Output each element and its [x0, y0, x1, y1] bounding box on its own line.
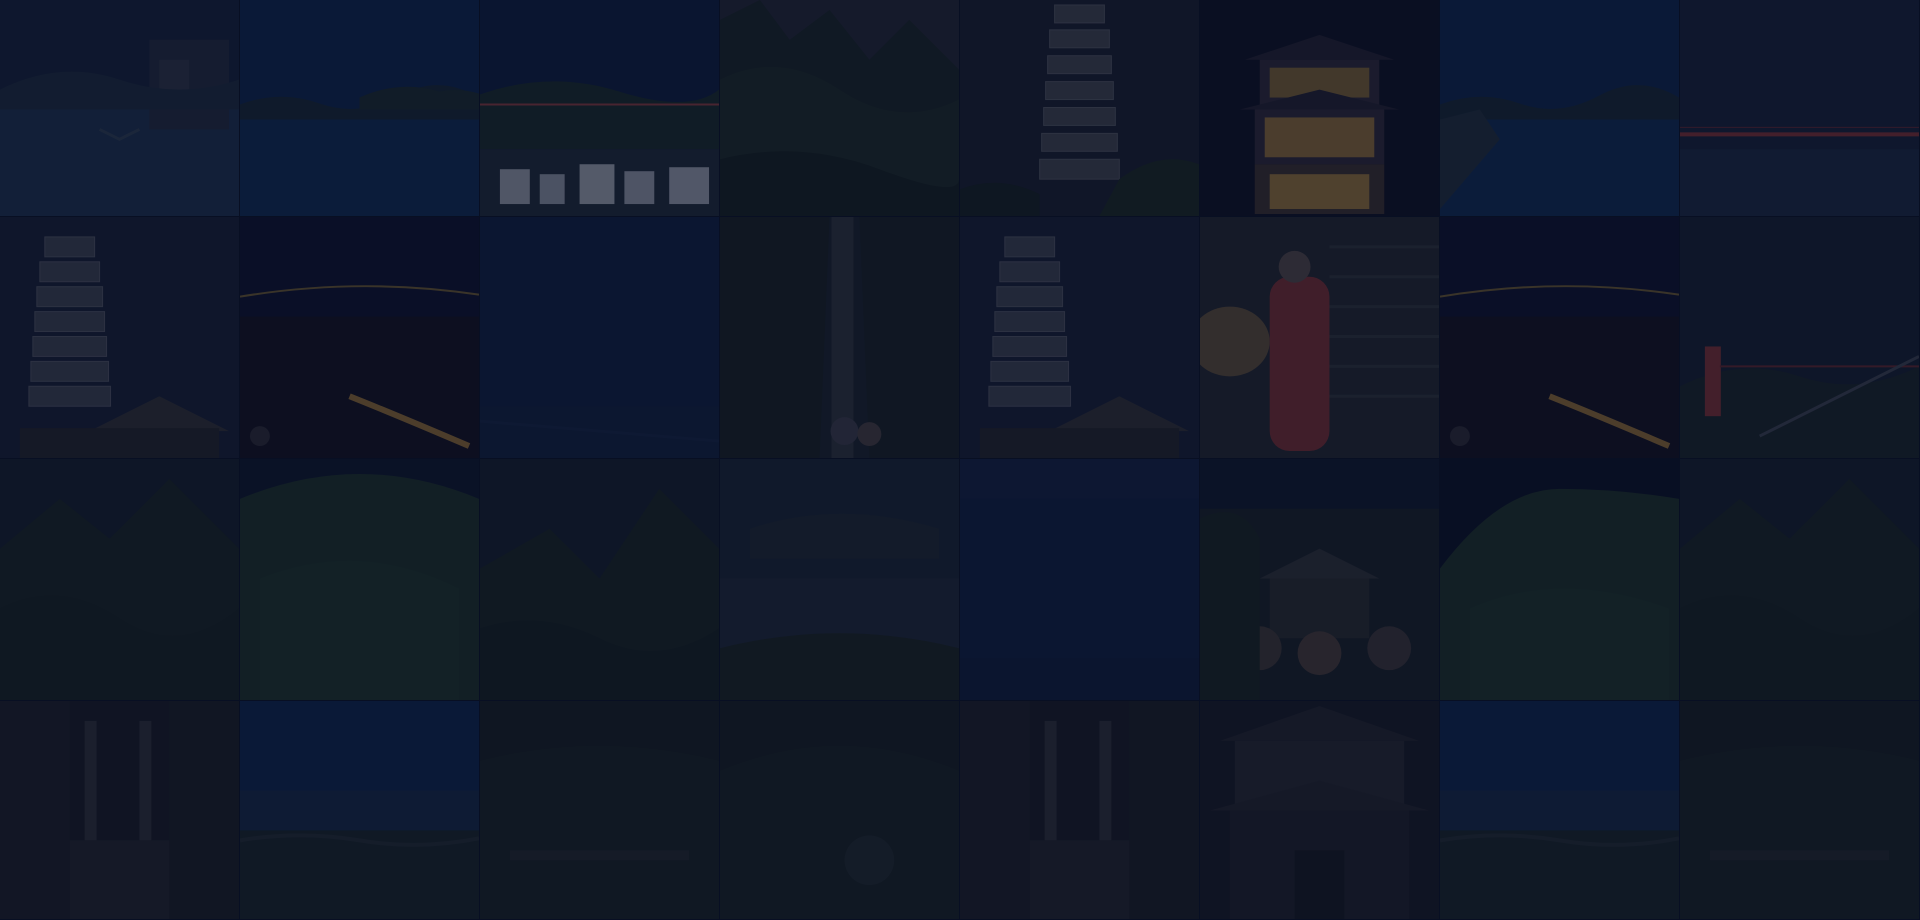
photo-tile[interactable] — [240, 459, 480, 701]
pagoda-photo — [960, 0, 1199, 216]
photo-tile[interactable] — [0, 459, 240, 701]
old-street-photo — [960, 701, 1199, 919]
photo-tile[interactable] — [960, 459, 1200, 701]
bridge-photo — [1680, 0, 1919, 216]
photo-tile[interactable] — [1680, 217, 1920, 459]
riverside-village-photo — [480, 0, 719, 216]
misty-lake-photo — [720, 459, 959, 700]
photo-tile[interactable] — [1440, 701, 1680, 920]
lit-pavilion-night-photo — [1200, 0, 1439, 216]
misty-mountain-photo — [720, 0, 959, 216]
night-valley-photo — [1440, 217, 1679, 458]
photo-tile[interactable] — [240, 701, 480, 920]
pagoda-photo — [960, 217, 1199, 458]
photo-tile[interactable] — [480, 701, 720, 920]
coastline-photo — [240, 701, 479, 919]
photo-tile[interactable] — [720, 0, 960, 217]
lake-village-photo — [0, 0, 239, 216]
photo-tile[interactable] — [1200, 701, 1440, 920]
coastline-photo — [1440, 701, 1679, 919]
photo-tile[interactable] — [1440, 0, 1680, 217]
photo-tile[interactable] — [0, 701, 240, 920]
forest-mountain-photo — [1680, 459, 1919, 700]
night-valley-photo — [240, 217, 479, 458]
photo-tile[interactable] — [1440, 217, 1680, 459]
photo-tile[interactable] — [720, 459, 960, 701]
old-street-photo — [0, 701, 239, 919]
photo-tile[interactable] — [1680, 701, 1920, 920]
temple-gate-photo — [1200, 701, 1439, 919]
photo-tile[interactable] — [480, 0, 720, 217]
photo-tile[interactable] — [1200, 459, 1440, 701]
photo-wall — [0, 0, 1920, 920]
photo-tile[interactable] — [960, 217, 1200, 459]
dark-forest-photo — [1680, 701, 1919, 919]
photo-tile[interactable] — [1440, 459, 1680, 701]
forest-mountain-photo — [0, 459, 239, 700]
dark-sky-photo — [480, 217, 719, 458]
photo-tile[interactable] — [240, 217, 480, 459]
green-cliff-photo — [240, 459, 479, 700]
dark-sky-photo — [960, 459, 1199, 700]
photo-tile[interactable] — [720, 217, 960, 459]
photo-tile[interactable] — [960, 0, 1200, 217]
photo-tile[interactable] — [240, 0, 480, 217]
photo-tile[interactable] — [1200, 217, 1440, 459]
green-cliff-photo — [1440, 459, 1679, 700]
dark-forest-photo — [720, 701, 959, 919]
photo-tile[interactable] — [480, 217, 720, 459]
forest-mountain-photo — [480, 459, 719, 700]
woman-red-dress-photo — [1200, 217, 1439, 458]
waterfall-photo — [720, 217, 959, 458]
bridge-tower-photo — [1680, 217, 1919, 458]
village-people-photo — [1200, 459, 1439, 700]
photo-tile[interactable] — [480, 459, 720, 701]
river-photo — [1440, 0, 1679, 216]
dark-forest-photo — [480, 701, 719, 919]
photo-tile[interactable] — [0, 0, 240, 217]
river-photo — [240, 0, 479, 216]
pagoda-photo — [0, 217, 239, 458]
photo-tile[interactable] — [720, 701, 960, 920]
photo-tile[interactable] — [960, 701, 1200, 920]
photo-tile[interactable] — [1680, 459, 1920, 701]
photo-tile[interactable] — [1200, 0, 1440, 217]
photo-tile[interactable] — [1680, 0, 1920, 217]
photo-tile[interactable] — [0, 217, 240, 459]
